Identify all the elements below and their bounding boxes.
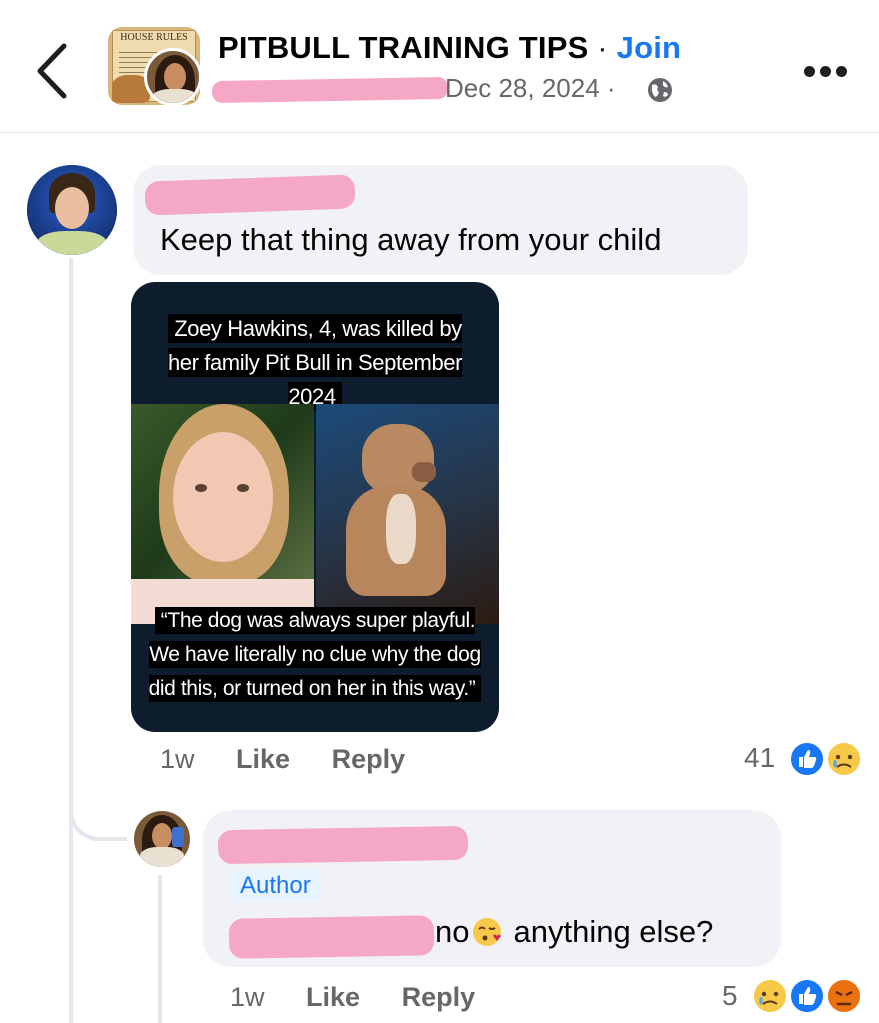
post-date[interactable]: Dec 28, 2024 ·: [445, 73, 616, 104]
redacted-author-name: [211, 76, 449, 104]
reply-text: no anything else?: [435, 914, 713, 950]
comment-actions: 1w Like Reply: [160, 744, 405, 775]
group-name-link[interactable]: PITBULL TRAINING TIPS: [218, 30, 588, 65]
author-badge: Author: [232, 870, 319, 902]
author-avatar-small[interactable]: [144, 48, 202, 106]
reply-like-button[interactable]: Like: [306, 982, 360, 1012]
comment-timestamp[interactable]: 1w: [160, 744, 195, 774]
author-avatar[interactable]: [134, 811, 190, 867]
reply-reply-button[interactable]: Reply: [402, 982, 476, 1012]
reply-thread-line: [158, 875, 162, 1023]
reply-reaction-count[interactable]: 5: [722, 980, 738, 1012]
thread-connector: [69, 795, 127, 841]
post-header: HOUSE RULES PITBULL TRAINING TIPS · Join…: [0, 0, 879, 133]
sad-reaction-icon: [826, 741, 862, 777]
chevron-left-icon[interactable]: [30, 40, 80, 102]
like-button[interactable]: Like: [236, 744, 290, 774]
reaction-icons[interactable]: [788, 740, 864, 778]
reply-actions: 1w Like Reply: [230, 982, 475, 1013]
more-horizontal-icon[interactable]: [804, 66, 848, 78]
join-button[interactable]: Join: [617, 30, 682, 65]
like-reaction-icon: [789, 741, 825, 777]
commenter-avatar[interactable]: [27, 165, 117, 255]
reply-text-end: anything else?: [513, 914, 714, 949]
sad-reaction-icon: [752, 978, 788, 1014]
reply-button[interactable]: Reply: [332, 744, 406, 774]
title-separator: ·: [597, 30, 608, 65]
redacted-author-name: [217, 825, 469, 865]
house-rules-sign-title: HOUSE RULES: [120, 32, 188, 43]
kissing-face-emoji-icon: [473, 918, 502, 946]
reaction-count[interactable]: 41: [744, 742, 775, 774]
reply-text-start: no: [435, 914, 470, 949]
dog-photo: [316, 404, 499, 624]
comment-image-attachment[interactable]: Zoey Hawkins, 4, was killed by her famil…: [131, 282, 499, 732]
group-name-line: PITBULL TRAINING TIPS · Join: [218, 30, 681, 66]
globe-icon: [648, 78, 672, 102]
image-caption-bottom: “The dog was always super playful. We ha…: [148, 607, 482, 702]
comment-text: Keep that thing away from your child: [160, 222, 662, 257]
reply-reaction-icons[interactable]: [750, 977, 864, 1015]
reply-timestamp[interactable]: 1w: [230, 982, 265, 1012]
image-caption-top: Zoey Hawkins, 4, was killed by her famil…: [167, 314, 463, 411]
thread-line: [69, 258, 73, 1023]
redacted-mention[interactable]: [228, 915, 435, 959]
like-reaction-icon: [789, 978, 825, 1014]
angry-reaction-icon: [826, 978, 862, 1014]
child-photo: [131, 404, 314, 624]
